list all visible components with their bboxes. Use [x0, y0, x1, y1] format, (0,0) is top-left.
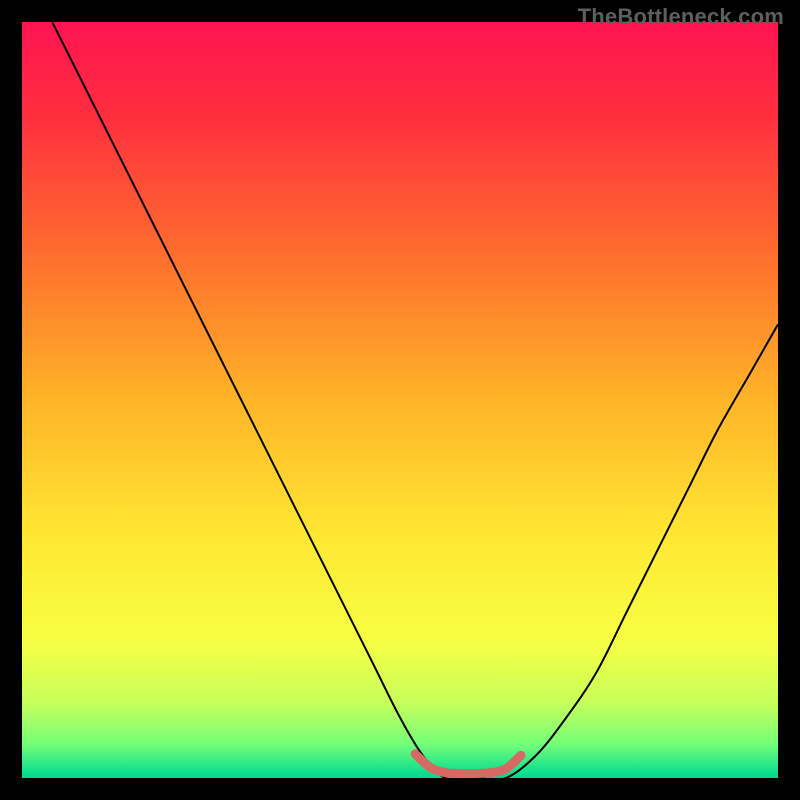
chart-curves [22, 22, 778, 778]
plot-area [22, 22, 778, 778]
chart-frame: TheBottleneck.com [0, 0, 800, 800]
optimal-zone-marker [415, 754, 521, 774]
watermark-text: TheBottleneck.com [578, 4, 784, 30]
bottleneck-curve [52, 22, 778, 778]
